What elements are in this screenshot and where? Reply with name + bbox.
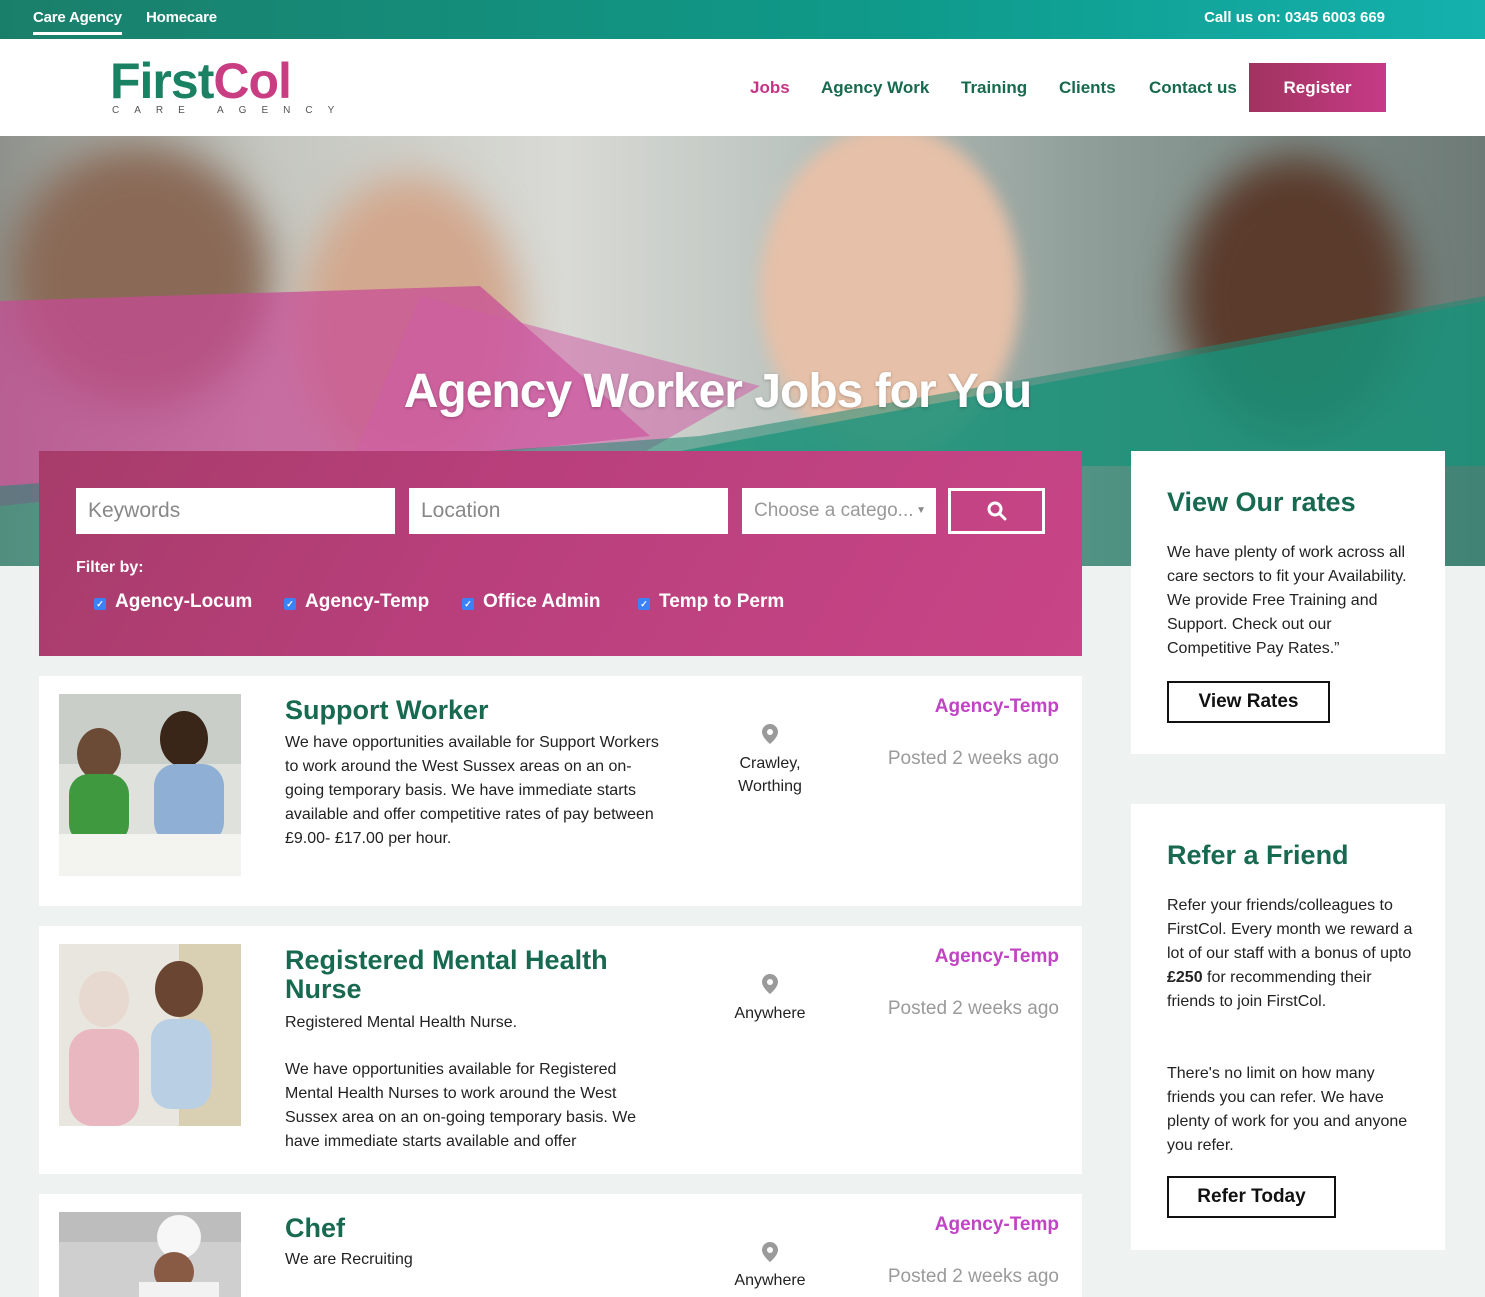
job-posted-date: Posted 2 weeks ago [887, 748, 1059, 769]
map-pin-icon [762, 1242, 778, 1262]
top-utility-bar: Care Agency Homecare Call us on: 0345 60… [0, 0, 1485, 39]
rates-text: We have plenty of work across all care s… [1167, 544, 1407, 657]
job-type-tag[interactable]: Agency-Temp [935, 696, 1059, 718]
filter-label: Filter by: [76, 559, 144, 576]
filter-temp-to-perm[interactable]: ✓ Temp to Perm [638, 591, 784, 613]
view-rates-button[interactable]: View Rates [1167, 681, 1330, 723]
job-posted-date: Posted 2 weeks ago [887, 1266, 1059, 1287]
job-type-tag[interactable]: Agency-Temp [935, 946, 1059, 968]
job-thumbnail-image[interactable] [59, 694, 241, 876]
search-icon [987, 501, 1006, 521]
topbar-link-care-agency[interactable]: Care Agency [33, 9, 122, 35]
topbar-link-homecare[interactable]: Homecare [146, 9, 217, 26]
checkbox-checked-icon[interactable]: ✓ [638, 598, 650, 610]
nav-clients[interactable]: Clients [1059, 78, 1116, 98]
phone-number[interactable]: Call us on: 0345 6003 669 [1204, 9, 1385, 26]
refer-today-button[interactable]: Refer Today [1167, 1176, 1336, 1218]
map-pin-icon [762, 724, 778, 744]
map-pin-icon [762, 974, 778, 994]
refer-bonus-amount: £250 [1167, 969, 1203, 986]
refer-title: Refer a Friend [1167, 840, 1349, 870]
job-location: Anywhere [734, 1005, 806, 1022]
job-card[interactable]: Chef We are Recruiting Anywhere Agency-T… [39, 1194, 1082, 1297]
job-card[interactable]: Support Worker We have opportunities ava… [39, 676, 1082, 906]
nav-contact-us[interactable]: Contact us [1149, 78, 1237, 98]
refer-text-1a: Refer your friends/colleagues to FirstCo… [1167, 897, 1413, 962]
refer-text-2: There's no limit on how many friends you… [1167, 1065, 1408, 1154]
job-location: Crawley, Worthing [738, 755, 802, 795]
category-select-value: Choose a catego... [754, 500, 914, 521]
job-title[interactable]: Support Worker [285, 696, 665, 725]
job-card[interactable]: Registered Mental Health Nurse Registere… [39, 926, 1082, 1174]
logo-tagline: CARE AGENCY [112, 105, 350, 116]
job-posted-date: Posted 2 weeks ago [887, 998, 1059, 1019]
nav-agency-work[interactable]: Agency Work [821, 78, 929, 98]
search-button[interactable] [948, 488, 1045, 534]
checkbox-checked-icon[interactable]: ✓ [462, 598, 474, 610]
checkbox-checked-icon[interactable]: ✓ [94, 598, 106, 610]
filter-agency-locum[interactable]: ✓ Agency-Locum [94, 591, 252, 613]
filter-label-agency-temp: Agency-Temp [305, 591, 430, 612]
category-select[interactable]: Choose a catego... ▼ [742, 488, 936, 534]
filter-label-agency-locum: Agency-Locum [115, 591, 253, 612]
logo-word-first: First [110, 53, 214, 109]
rates-title: View Our rates [1167, 487, 1356, 517]
rates-widget: View Our rates We have plenty of work ac… [1131, 451, 1445, 754]
job-description: We have opportunities available for Supp… [285, 734, 659, 847]
job-summary: Registered Mental Health Nurse. [285, 1014, 518, 1031]
job-title[interactable]: Chef [285, 1214, 665, 1243]
nav-training[interactable]: Training [961, 78, 1027, 98]
hero-title: Agency Worker Jobs for You [403, 365, 1032, 418]
job-title[interactable]: Registered Mental Health Nurse [285, 946, 665, 1004]
filter-label-office-admin: Office Admin [483, 591, 601, 612]
job-description: We are Recruiting [285, 1251, 413, 1268]
checkbox-checked-icon[interactable]: ✓ [284, 598, 296, 610]
filter-office-admin[interactable]: ✓ Office Admin [462, 591, 601, 613]
refer-friend-widget: Refer a Friend Refer your friends/collea… [1131, 804, 1445, 1250]
location-input[interactable]: Location [409, 488, 728, 534]
dropdown-caret-icon: ▼ [916, 505, 926, 516]
job-location: Anywhere [734, 1272, 806, 1289]
nav-jobs[interactable]: Jobs [750, 78, 790, 98]
keywords-input[interactable]: Keywords [76, 488, 395, 534]
job-search-panel: Keywords Location Choose a catego... ▼ F… [39, 451, 1082, 656]
job-thumbnail-image[interactable] [59, 944, 241, 1126]
job-type-tag[interactable]: Agency-Temp [935, 1214, 1059, 1236]
refer-text-1: Refer your friends/colleagues to FirstCo… [1167, 894, 1417, 1014]
site-header: FirstCol CARE AGENCY Jobs Agency Work Tr… [0, 39, 1485, 136]
filter-agency-temp[interactable]: ✓ Agency-Temp [284, 591, 429, 613]
filter-label-temp-to-perm: Temp to Perm [659, 591, 785, 612]
job-thumbnail-image[interactable] [59, 1212, 241, 1297]
logo[interactable]: FirstCol CARE AGENCY [110, 55, 349, 116]
job-description: We have opportunities available for Regi… [285, 1061, 637, 1150]
register-button[interactable]: Register [1249, 63, 1386, 112]
logo-word-col: Col [213, 53, 292, 109]
